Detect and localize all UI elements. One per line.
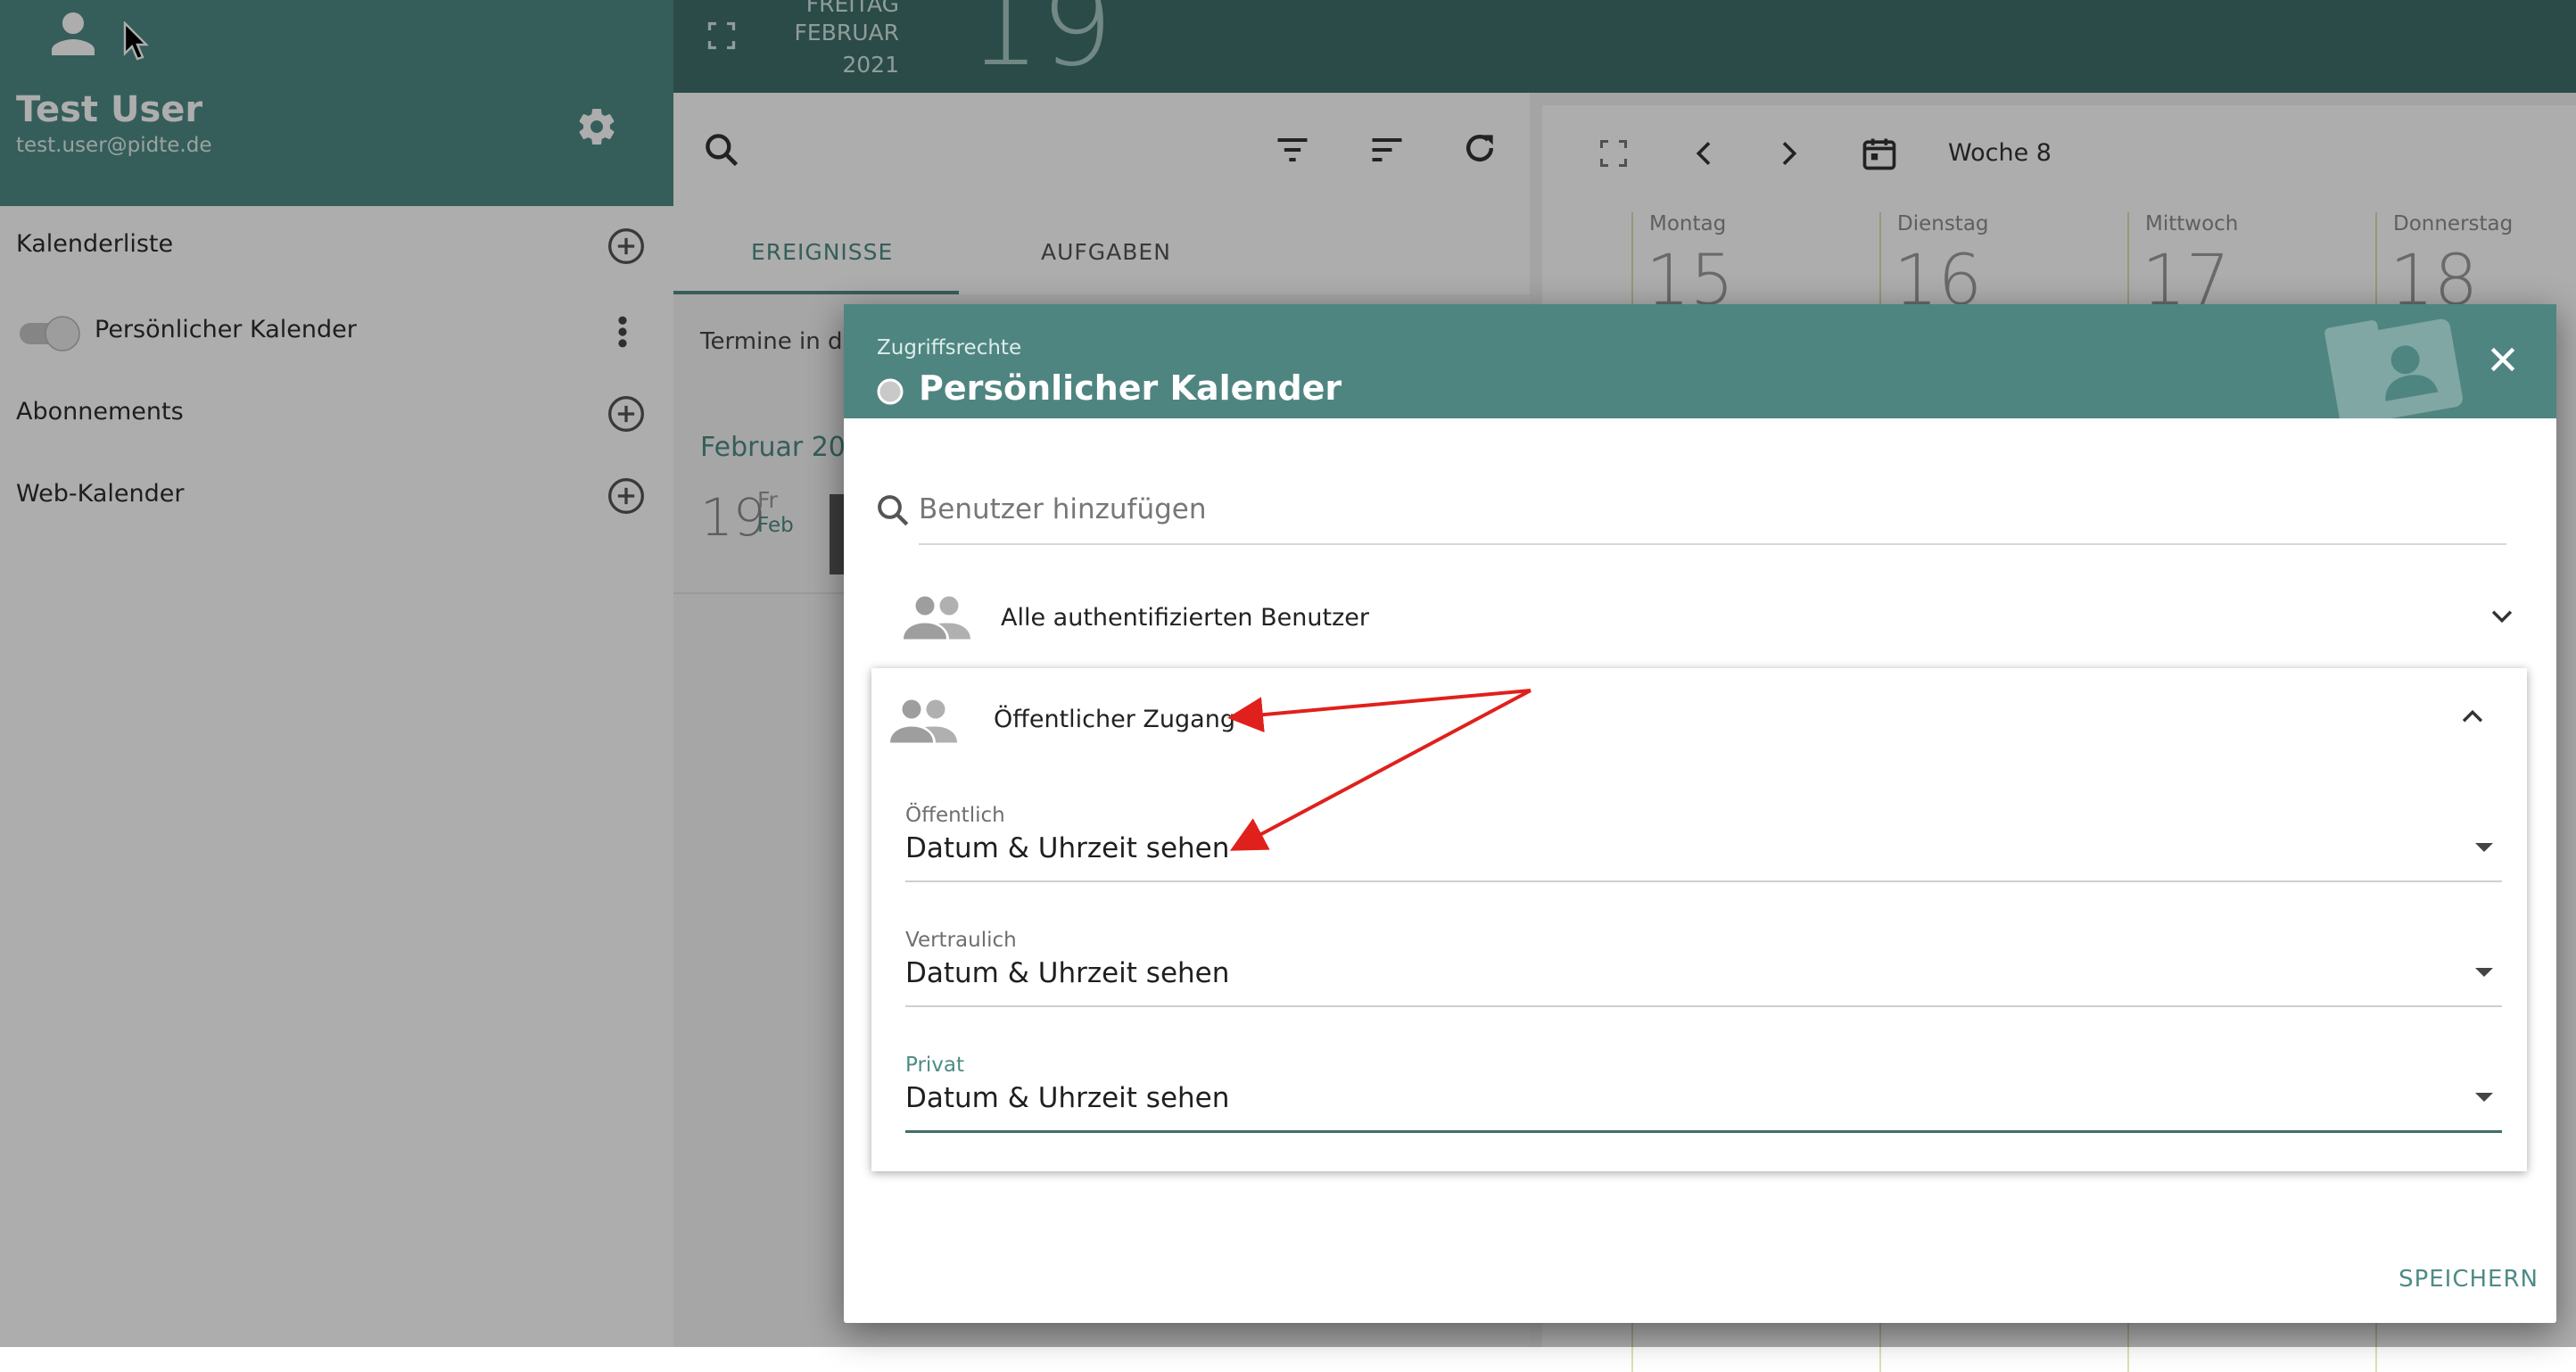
annotation-arrows: [1227, 689, 1532, 851]
